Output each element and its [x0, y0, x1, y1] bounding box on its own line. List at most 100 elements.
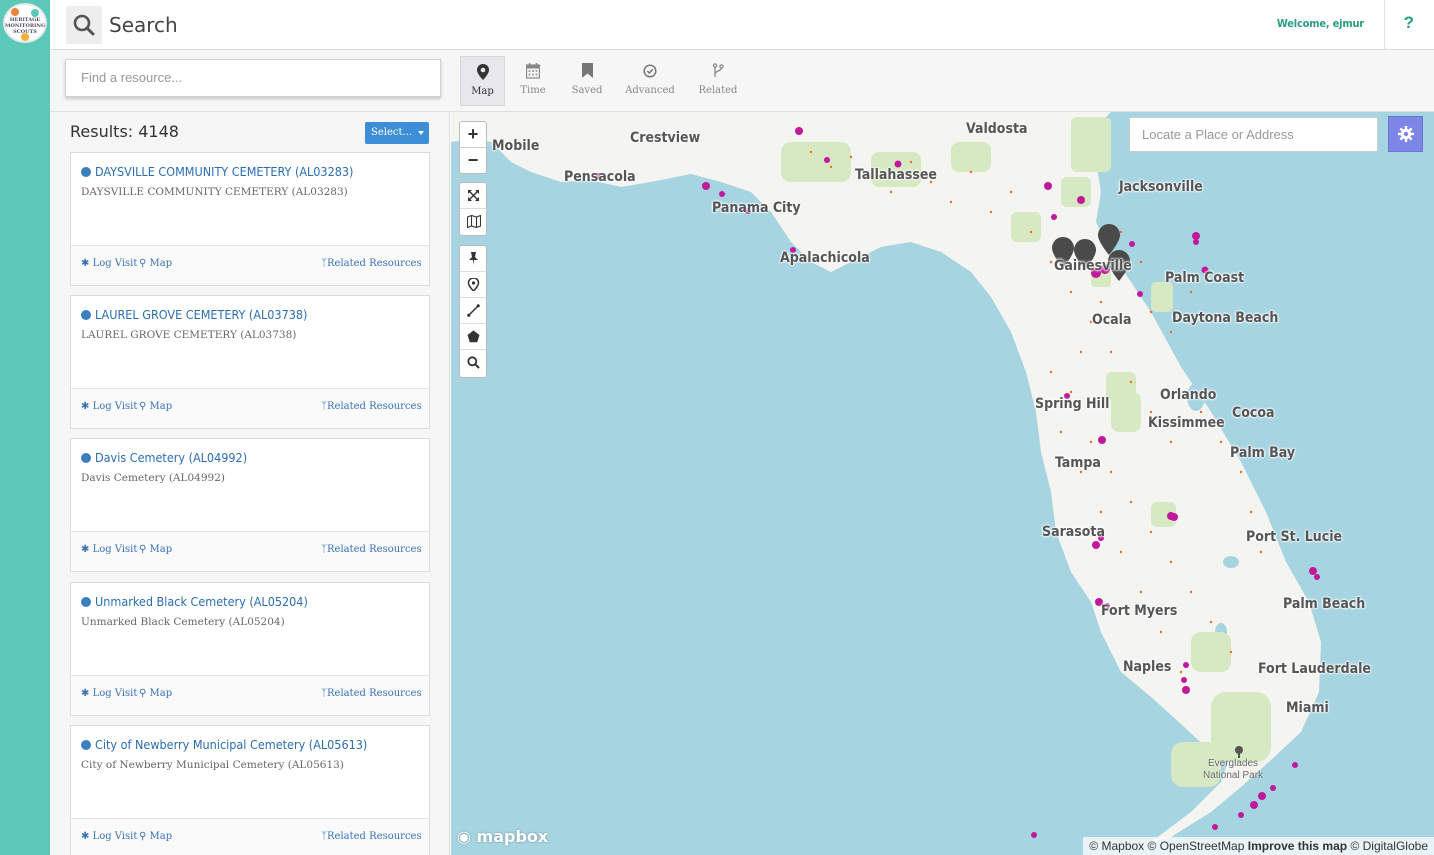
result-title-link[interactable]: Davis Cemetery (AL04992)	[81, 450, 247, 465]
basemap-button[interactable]	[460, 209, 486, 235]
map-link[interactable]: ⚲ Map	[139, 831, 172, 842]
related-label: Related Resources	[327, 831, 422, 842]
result-title-text: LAUREL GROVE CEMETERY (AL03738)	[95, 307, 308, 322]
welcome-user-link[interactable]: Welcome, ejmur	[1277, 17, 1364, 30]
footprint-icon: ✱	[81, 544, 93, 555]
line-tool-button[interactable]	[460, 298, 486, 324]
city-label: Spring Hill	[1035, 396, 1110, 412]
result-title-text: DAYSVILLE COMMUNITY CEMETERY (AL03283)	[95, 164, 354, 179]
log-visit-link[interactable]: ✱ Log Visit	[81, 688, 137, 699]
tab-label: Related	[698, 85, 738, 96]
log-visit-link[interactable]: ✱ Log Visit	[81, 544, 137, 555]
related-resources-link[interactable]: ᛉRelated Resources	[321, 401, 422, 412]
app-logo[interactable]: HERITAGE MONITORING SCOUTS	[3, 3, 47, 43]
select-label: Select...	[371, 127, 413, 138]
map-link[interactable]: ⚲ Map	[139, 401, 172, 412]
resource-search-input[interactable]: Find a resource...	[65, 59, 441, 97]
log-visit-link[interactable]: ✱ Log Visit	[81, 831, 137, 842]
city-label: Port St. Lucie	[1246, 529, 1343, 545]
footprint-icon: ✱	[81, 258, 93, 269]
city-label: Miami	[1286, 700, 1329, 716]
map-link[interactable]: ⚲ Map	[139, 258, 172, 269]
map-label: Map	[149, 688, 173, 699]
calendar-icon	[526, 63, 540, 79]
zoom-in-button[interactable]: +	[460, 122, 486, 148]
zoom-out-button[interactable]: −	[460, 148, 486, 174]
check-circle-icon	[643, 64, 657, 78]
tab-label: Time	[520, 85, 546, 96]
tab-time[interactable]: Time	[513, 56, 553, 106]
polygon-tool-button[interactable]	[460, 324, 486, 350]
result-title-link[interactable]: Unmarked Black Cemetery (AL05204)	[81, 594, 308, 609]
city-label: Ocala	[1092, 312, 1132, 328]
help-button[interactable]: ?	[1404, 13, 1414, 33]
map-label: Map	[149, 544, 173, 555]
city-label: Apalachicola	[780, 250, 870, 266]
result-card-footer: ✱ Log Visit ⚲ Map ᛉRelated Resources	[71, 245, 429, 285]
mapbox-logo[interactable]: ◉ mapbox	[457, 827, 548, 846]
point-tool-button[interactable]	[460, 272, 486, 298]
map-basemap	[451, 112, 1321, 842]
logo-text: HERITAGE MONITORING SCOUTS	[5, 17, 46, 35]
related-label: Related Resources	[327, 688, 422, 699]
result-card-footer: ✱ Log Visit ⚲ Map ᛉRelated Resources	[71, 818, 429, 855]
result-subtitle: City of Newberry Municipal Cemetery (AL0…	[81, 759, 344, 771]
map-marker-icon: ⚲	[139, 688, 150, 699]
tab-map[interactable]: Map	[460, 56, 505, 106]
result-title-link[interactable]: DAYSVILLE COMMUNITY CEMETERY (AL03283)	[81, 164, 353, 179]
log-visit-link[interactable]: ✱ Log Visit	[81, 258, 137, 269]
city-label: Palm Beach	[1283, 596, 1366, 612]
related-label: Related Resources	[327, 258, 422, 269]
map-marker-icon: ⚲	[139, 401, 150, 412]
search-toggle-button[interactable]	[66, 6, 102, 44]
result-card: DAYSVILLE COMMUNITY CEMETERY (AL03283) D…	[70, 152, 430, 286]
city-label: Tampa	[1055, 455, 1101, 471]
result-card-footer: ✱ Log Visit ⚲ Map ᛉRelated Resources	[71, 675, 429, 715]
city-label: Orlando	[1160, 387, 1217, 403]
city-label: Pensacola	[564, 169, 636, 185]
improve-map-link[interactable]: Improve this map	[1248, 839, 1347, 853]
related-resources-link[interactable]: ᛉRelated Resources	[321, 688, 422, 699]
pentagon-icon	[467, 330, 480, 343]
related-resources-link[interactable]: ᛉRelated Resources	[321, 258, 422, 269]
map-settings-button[interactable]	[1388, 116, 1423, 152]
tab-related[interactable]: Related	[695, 56, 741, 106]
related-label: Related Resources	[327, 401, 422, 412]
result-subtitle: LAUREL GROVE CEMETERY (AL03738)	[81, 329, 297, 341]
pin-tool-button[interactable]	[460, 246, 486, 272]
select-dropdown-button[interactable]: Select...	[365, 122, 429, 144]
map-view[interactable]: Mobile Crestview Valdosta Pensacola Tall…	[451, 112, 1434, 855]
map-link[interactable]: ⚲ Map	[139, 544, 172, 555]
log-visit-link[interactable]: ✱ Log Visit	[81, 401, 137, 412]
result-title-link[interactable]: LAUREL GROVE CEMETERY (AL03738)	[81, 307, 307, 322]
map-link[interactable]: ⚲ Map	[139, 688, 172, 699]
search-icon	[467, 356, 480, 369]
city-label: Fort Lauderdale	[1258, 661, 1371, 677]
map-marker-icon	[476, 64, 489, 80]
gear-icon	[1398, 126, 1414, 142]
bookmark-icon	[581, 63, 593, 78]
app-root: HERITAGE MONITORING SCOUTS Search Welcom…	[0, 0, 1434, 855]
city-label: Fort Myers	[1101, 603, 1178, 619]
tab-advanced[interactable]: Advanced	[623, 56, 677, 106]
result-card-footer: ✱ Log Visit ⚲ Map ᛉRelated Resources	[71, 388, 429, 428]
tab-saved[interactable]: Saved	[567, 56, 607, 106]
related-resources-link[interactable]: ᛉRelated Resources	[321, 544, 422, 555]
locate-place-input[interactable]: Locate a Place or Address	[1129, 117, 1378, 152]
result-title-link[interactable]: City of Newberry Municipal Cemetery (AL0…	[81, 737, 367, 752]
attrib-digitalglobe-link[interactable]: © DigitalGlobe	[1350, 839, 1428, 853]
resource-dot-icon	[81, 453, 91, 463]
city-label: Sarasota	[1042, 524, 1105, 540]
top-header: Search Welcome, ejmur ?	[50, 0, 1434, 50]
attrib-osm-link[interactable]: © OpenStreetMap	[1148, 839, 1245, 853]
map-search-button[interactable]	[460, 350, 486, 376]
results-panel: Results: 4148 Select... DAYSVILLE COMMUN…	[50, 112, 450, 855]
fullscreen-button[interactable]	[460, 183, 486, 209]
result-subtitle: DAYSVILLE COMMUNITY CEMETERY (AL03283)	[81, 186, 348, 198]
zoom-control: + −	[459, 121, 487, 174]
attrib-mapbox-link[interactable]: © Mapbox	[1089, 839, 1144, 853]
fork-icon	[712, 63, 724, 77]
result-title-text: City of Newberry Municipal Cemetery (AL0…	[95, 737, 368, 752]
related-resources-link[interactable]: ᛉRelated Resources	[321, 831, 422, 842]
result-card: Davis Cemetery (AL04992) Davis Cemetery …	[70, 438, 430, 572]
